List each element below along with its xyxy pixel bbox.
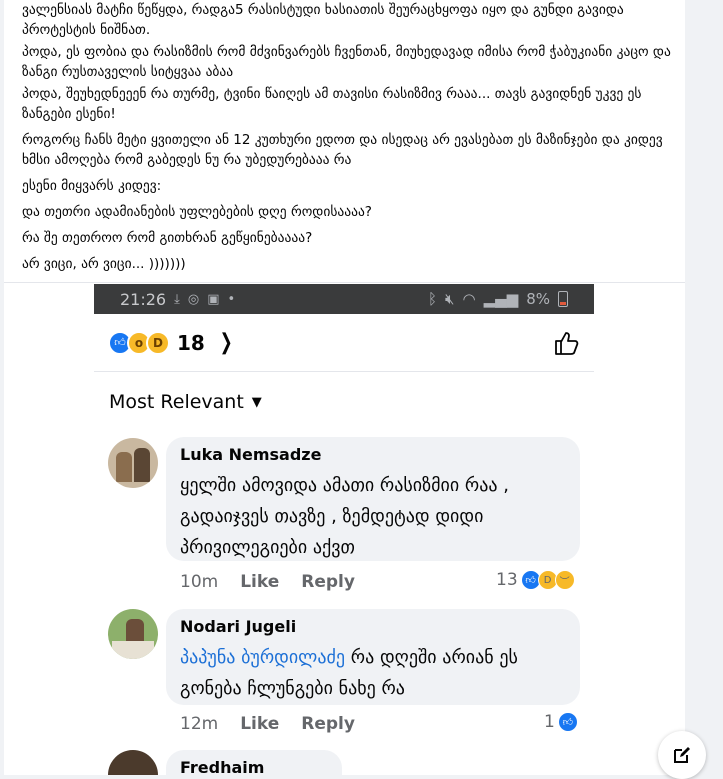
comment-bubble[interactable]: Fredhaim Holmes [166,750,342,775]
signal-icon: ▂▄▆ [483,290,519,308]
comment-author[interactable]: Luka Nemsadze [180,445,566,464]
post-paragraph: არ ვიცი, არ ვიცი... ))))))) [22,256,186,272]
sort-label: Most Relevant [109,391,244,413]
post-paragraph: პოდა, ეს ფობია და რასიზმის რომ მძვინვარე… [22,44,671,80]
chevron-right-icon[interactable]: ❯ [220,330,233,355]
messenger-icon: ◎ [187,291,200,307]
comment-bubble[interactable]: Nodari Jugeli პაპუნა ბურდილაძე რა დღეში … [166,609,580,705]
app-icon: ▣ [207,291,220,307]
reaction-icons: 👍︎ o D [108,330,170,355]
post-paragraph: რა შე თეთროო რომ გითხრან გეწყინებაააა? [22,230,313,246]
battery-percent: 8% [526,290,550,308]
comment-time[interactable]: 12m [180,714,218,734]
thumbs-up-outline-icon[interactable] [552,329,580,357]
avatar[interactable] [108,750,158,775]
comment-reactions[interactable]: 13 👍︎ D ︶ [496,570,575,590]
post-paragraph: ესენი მიყვარს კიდევ: [22,178,162,194]
comment-text: ყელში ამოვიდა ამათი რასიზმიი რაა , გადაი… [180,475,509,558]
sort-dropdown[interactable]: Most Relevant ▼ [94,372,594,432]
post-paragraph: ვალენსიას მატჩი წეწყდა, რადგა5 რასისტუდი… [22,2,624,38]
wifi-icon: ◠ [462,290,476,308]
mute-icon: 🔇︎ [445,290,455,308]
status-time: 21:26 [120,289,167,309]
comment-bubble[interactable]: Luka Nemsadze ყელში ამოვიდა ამათი რასიზმ… [166,437,580,561]
avatar[interactable] [108,438,158,488]
reaction-count: 18 [177,330,205,355]
reply-button[interactable]: Reply [301,714,355,734]
like-button[interactable]: Like [240,714,279,734]
battery-icon [558,291,568,307]
avatar[interactable] [108,609,158,659]
comment-text: პაპუნა ბურდილაძე რა დღეში არიან ეს გონებ… [180,642,566,704]
status-right: ᛒ 🔇︎ ◠ ▂▄▆ 8% [428,290,568,308]
like-button[interactable]: Like [240,572,279,592]
bluetooth-icon: ᛒ [428,290,438,308]
divider [4,282,685,283]
post-body: ვალენსიას მატჩი წეწყდა, რადგა5 რასისტუდი… [22,0,672,280]
post-paragraph: და თეთრი ადამიანების უფლებების დღე როდის… [22,204,372,220]
compose-edit-icon [674,747,690,763]
reply-button[interactable]: Reply [301,572,355,592]
dot-icon: • [227,291,236,307]
post-paragraph: როგორც ჩანს მეტი ყვითელი ან 12 კუთხური ე… [22,132,663,168]
comment-actions: 12m Like Reply [180,714,377,734]
comment-reaction-count: 1 [544,712,555,732]
reactions-summary[interactable]: 👍︎ o D 18 ❯ [94,314,594,372]
embedded-screenshot[interactable]: 21:26 ⤓ ◎ ▣ • ᛒ 🔇︎ ◠ ▂▄▆ 8% 👍︎ o D 18 ❯ … [94,284,594,775]
comment-author[interactable]: Fredhaim Holmes [180,758,328,775]
post-paragraph: პოდა, შეუხედნეეენ რა თურმე, ტვინი წაიღეს… [22,86,642,122]
download-icon: ⤓ [174,291,180,307]
comment-reaction-count: 13 [496,570,518,590]
sad-reaction-icon: ︶ [554,570,575,590]
comment-author[interactable]: Nodari Jugeli [180,617,566,636]
comment-actions: 10m Like Reply [180,572,377,592]
compose-button[interactable] [658,731,706,779]
comment-time[interactable]: 10m [180,572,218,592]
phone-status-bar: 21:26 ⤓ ◎ ▣ • ᛒ 🔇︎ ◠ ▂▄▆ 8% [94,284,594,314]
like-reaction-icon: 👍︎ [557,712,578,732]
chevron-down-icon: ▼ [251,394,262,410]
haha-reaction-icon: D [146,330,170,355]
comment-reactions[interactable]: 1 👍︎ [544,712,578,732]
mention-link[interactable]: პაპუნა ბურდილაძე [180,647,345,668]
